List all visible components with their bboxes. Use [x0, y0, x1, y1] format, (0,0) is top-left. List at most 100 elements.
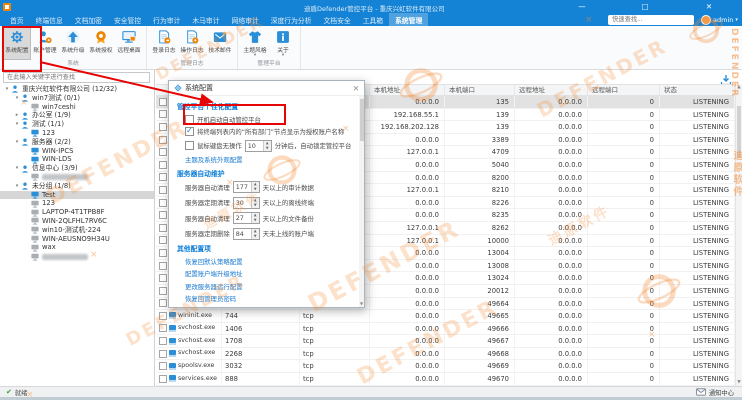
column-header[interactable]: 本机地址: [370, 85, 445, 95]
row-checkbox[interactable]: [159, 274, 167, 282]
row-checkbox[interactable]: [159, 211, 167, 219]
row-checkbox[interactable]: [159, 136, 167, 144]
checkbox[interactable]: [185, 115, 194, 124]
tree-pc[interactable]: 123: [0, 199, 154, 208]
row-checkbox[interactable]: [159, 362, 167, 370]
ribbon-button[interactable]: 账户管理: [31, 27, 59, 60]
table-row[interactable]: spoolsv.exe3032tcp0.0.0.0496690.0.0.00LI…: [156, 360, 735, 373]
menu-tab[interactable]: 首页: [4, 13, 30, 26]
row-checkbox[interactable]: [159, 375, 167, 383]
tree-pc[interactable]: 123: [0, 129, 154, 138]
chevron-closed-icon[interactable]: ▸: [13, 111, 21, 120]
dialog-link[interactable]: 恢复回默认策略配置: [185, 257, 357, 266]
tree-search-input[interactable]: [3, 72, 150, 83]
number-spinner[interactable]: 27▲▼: [233, 212, 260, 224]
ribbon-button[interactable]: 关于▾: [269, 27, 297, 60]
menu-tab[interactable]: 行为审计: [147, 13, 186, 26]
spinner-down-icon[interactable]: ▼: [252, 234, 259, 239]
chevron-open-icon[interactable]: ▾: [13, 94, 21, 103]
checkbox[interactable]: [185, 141, 194, 150]
chevron-open-icon[interactable]: ▾: [13, 138, 21, 147]
row-checkbox[interactable]: [159, 236, 167, 244]
tree-group[interactable]: ▾win7测试 (0/1): [0, 94, 154, 103]
tree-pc[interactable]: win10-测试机-224: [0, 226, 154, 235]
row-checkbox[interactable]: [159, 110, 167, 118]
notification-center[interactable]: 通知中心: [696, 388, 742, 397]
table-scrollbar[interactable]: ▲ ▼: [735, 84, 742, 386]
column-header[interactable]: 本机端口: [445, 85, 515, 95]
tree-pc[interactable]: [0, 252, 154, 261]
chevron-open-icon[interactable]: ▾: [13, 164, 21, 173]
row-checkbox[interactable]: [159, 350, 167, 358]
row-checkbox[interactable]: [159, 312, 167, 320]
maximize-button[interactable]: □: [634, 0, 656, 13]
column-header[interactable]: 远程地址: [515, 85, 588, 95]
tree-pc[interactable]: WIN-IPCS: [0, 147, 154, 156]
ribbon-button[interactable]: 操作日志: [178, 27, 206, 60]
row-checkbox[interactable]: [159, 299, 167, 307]
dialog-link[interactable]: 更改服务器运行配置: [185, 282, 357, 291]
table-row[interactable]: services.exe888tcp0.0.0.0496700.0.0.00LI…: [156, 373, 735, 386]
number-spinner[interactable]: 10▲▼: [245, 140, 272, 152]
row-checkbox[interactable]: [159, 249, 167, 257]
tree-pc[interactable]: wax: [0, 243, 154, 252]
spinner-down-icon[interactable]: ▼: [252, 218, 259, 223]
close-button[interactable]: ✕: [698, 0, 720, 13]
ribbon-button[interactable]: 系统授权: [87, 27, 115, 60]
table-row[interactable]: svchost.exe1708tcp0.0.0.0496670.0.0.00LI…: [156, 335, 735, 348]
menu-tab[interactable]: 安全管控: [108, 13, 147, 26]
number-spinner[interactable]: 177▲▼: [233, 181, 260, 193]
dialog-link[interactable]: 恢复回管理员密码: [185, 294, 357, 303]
row-checkbox[interactable]: [159, 287, 167, 295]
table-row[interactable]: wininit.exe744tcp0.0.0.0496650.0.0.00LIS…: [156, 310, 735, 323]
column-header[interactable]: 状态: [660, 85, 735, 95]
ribbon-button[interactable]: 系统升级: [59, 27, 87, 60]
tree-pc[interactable]: Test: [0, 191, 154, 200]
user-menu[interactable]: admin ▾: [701, 13, 738, 26]
dialog-link[interactable]: 主题及系统外观配置: [185, 155, 357, 164]
row-checkbox[interactable]: [159, 199, 167, 207]
row-checkbox[interactable]: [159, 161, 167, 169]
row-checkbox[interactable]: [159, 337, 167, 345]
menu-tab[interactable]: 文档加密: [69, 13, 108, 26]
ribbon-button[interactable]: 系统配置: [3, 27, 31, 60]
tree-group[interactable]: ▸办公室 (1/9): [0, 111, 154, 120]
dialog-close-icon[interactable]: [353, 84, 359, 93]
ribbon-button[interactable]: 技术邮件: [206, 27, 234, 60]
menu-tab[interactable]: 深度行为分析: [265, 13, 318, 26]
scroll-down-icon[interactable]: ▼: [736, 380, 742, 385]
menu-tab[interactable]: 文档安全: [318, 13, 357, 26]
tree-pc[interactable]: LAPTOP-4T1TPB8F: [0, 208, 154, 217]
ribbon-button[interactable]: 登录日志: [150, 27, 178, 60]
menu-tab[interactable]: 木马审计: [186, 13, 225, 26]
menu-tab[interactable]: 系统管理: [389, 13, 428, 26]
tree-pc[interactable]: WIN-AEUSNO9H34U: [0, 235, 154, 244]
menu-tab[interactable]: 网络审计: [226, 13, 265, 26]
spinner-down-icon[interactable]: ▼: [264, 146, 271, 151]
row-checkbox[interactable]: [159, 123, 167, 131]
tree-group[interactable]: ▾服务器 (2/2): [0, 138, 154, 147]
spinner-down-icon[interactable]: ▼: [252, 203, 259, 208]
quick-search-input[interactable]: [608, 15, 694, 25]
ribbon-button[interactable]: 远程桌面: [115, 27, 143, 60]
row-checkbox[interactable]: [159, 262, 167, 270]
scrollbar-thumb[interactable]: [737, 106, 741, 158]
row-checkbox[interactable]: [159, 324, 167, 332]
tree-pc[interactable]: win7ceshi: [0, 103, 154, 112]
export-icon[interactable]: [720, 71, 732, 83]
row-checkbox[interactable]: [159, 173, 167, 181]
row-checkbox[interactable]: [159, 148, 167, 156]
row-checkbox[interactable]: [159, 224, 167, 232]
menu-tab[interactable]: 工具箱: [357, 13, 389, 26]
minimize-button[interactable]: —: [571, 0, 593, 13]
tree-group[interactable]: ▾重庆兴虹软件有限公司 (12/32): [0, 85, 154, 94]
tree-group[interactable]: ▾未分组 (1/8): [0, 182, 154, 191]
number-spinner[interactable]: 30▲▼: [233, 197, 260, 209]
dialog-link[interactable]: 从AD域导入组织架构: [185, 307, 357, 308]
row-checkbox[interactable]: [159, 98, 167, 106]
scroll-up-icon[interactable]: ▲: [736, 85, 742, 90]
chevron-open-icon[interactable]: ▾: [3, 85, 11, 94]
tree-group[interactable]: ▾信息中心 (3/9): [0, 164, 154, 173]
ribbon-button[interactable]: 主题风格▾: [241, 27, 269, 60]
dialog-titlebar[interactable]: 系统配置: [169, 81, 364, 96]
